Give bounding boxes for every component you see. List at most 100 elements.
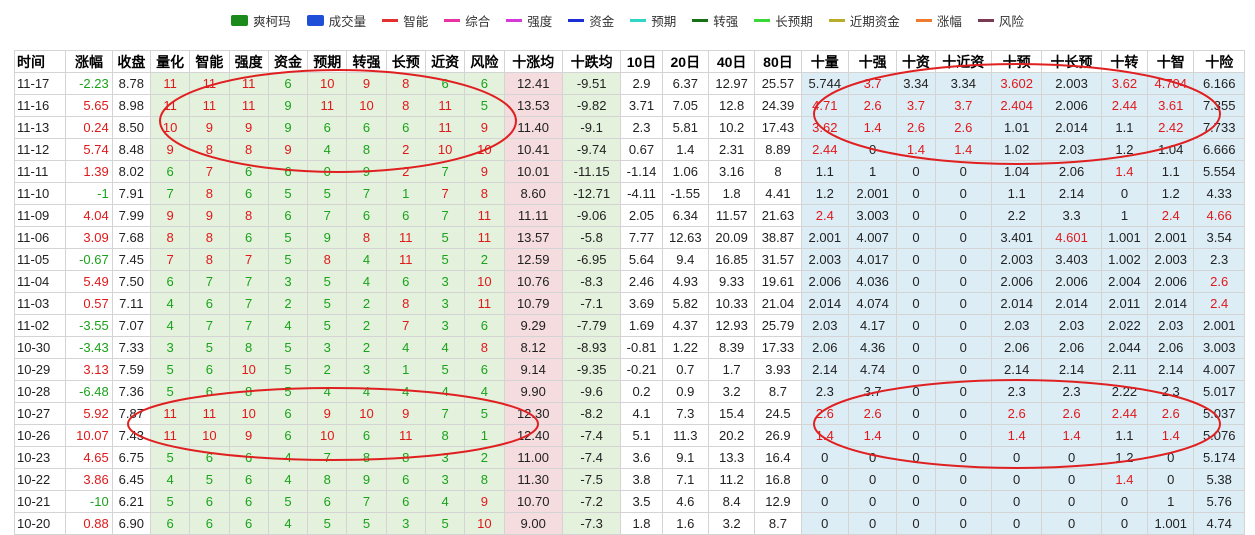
legend-label: 资金	[589, 14, 615, 29]
table-cell: 9	[307, 226, 348, 249]
legend-item[interactable]: 近期资金	[828, 11, 900, 30]
table-cell: 7	[346, 490, 387, 513]
table-cell: 2.42	[1147, 116, 1195, 139]
table-cell: 1.06	[661, 160, 709, 183]
legend-item[interactable]: 资金	[568, 11, 614, 30]
legend-item[interactable]: 综合	[444, 11, 490, 30]
legend-item[interactable]: 强度	[506, 11, 552, 30]
table-cell: 7	[189, 270, 230, 293]
table-row: 10-21 -10 6.21 5 6 6 5 6 7 6 4 9 10.70 -7.2 3.5 4.6 8.4 1…	[13, 490, 1245, 513]
table-cell: 0	[934, 248, 992, 271]
table-cell: 3.5	[620, 490, 663, 513]
column-header[interactable]: 资金	[267, 50, 309, 73]
table-cell: 3.003	[847, 204, 898, 227]
column-header[interactable]: 近资	[424, 50, 466, 73]
legend-item[interactable]: 转强	[692, 11, 738, 30]
table-cell: 5	[307, 182, 348, 205]
table-cell: 4	[424, 490, 466, 513]
column-header[interactable]: 20日	[661, 50, 709, 73]
column-header[interactable]: 收盘	[111, 50, 151, 73]
table-cell: 2.022	[1100, 314, 1149, 337]
table-cell: 1.6	[661, 512, 709, 535]
table-cell: 4	[346, 380, 387, 403]
table-cell: 5	[149, 446, 191, 469]
table-cell: 2.001	[847, 182, 898, 205]
legend-item[interactable]: 预期	[630, 11, 676, 30]
legend-item[interactable]: 涨幅	[915, 11, 962, 30]
table-cell: 10.33	[707, 292, 756, 315]
column-header[interactable]: 转强	[346, 50, 387, 73]
table-cell: 1.69	[620, 314, 663, 337]
column-header[interactable]: 十转	[1100, 50, 1149, 73]
table-cell: 7.45	[111, 248, 151, 271]
column-header[interactable]: 40日	[707, 50, 756, 73]
table-cell: 6	[464, 314, 505, 337]
column-header[interactable]: 10日	[620, 50, 663, 73]
table-cell: 2.3	[620, 116, 663, 139]
table-cell: 3.7	[847, 72, 898, 95]
table-cell: 2.03	[1041, 314, 1102, 337]
table-cell: -8.93	[561, 336, 622, 359]
table-cell: 0	[934, 226, 992, 249]
table-cell: 3	[424, 270, 466, 293]
table-cell: -2.23	[65, 72, 113, 95]
table-cell: 11.40	[503, 116, 563, 139]
table-cell: 1	[464, 424, 505, 447]
table-cell: 9	[307, 402, 348, 425]
table-cell: 1.02	[990, 138, 1043, 161]
table-cell: 6	[228, 182, 269, 205]
column-header[interactable]: 风险	[464, 50, 505, 73]
table-cell: -7.79	[561, 314, 622, 337]
column-header[interactable]: 强度	[228, 50, 269, 73]
column-header[interactable]: 十跌均	[561, 50, 622, 73]
column-header[interactable]: 时间	[13, 50, 67, 73]
table-cell: 2.4	[1193, 292, 1245, 315]
legend-item[interactable]: 爽柯玛	[231, 11, 291, 30]
table-cell: 7	[189, 314, 230, 337]
table-cell: 7	[228, 314, 269, 337]
legend-item[interactable]: 成交量	[306, 11, 366, 30]
column-header[interactable]: 十险	[1193, 50, 1245, 73]
column-header[interactable]: 十涨均	[503, 50, 563, 73]
column-header[interactable]: 十长预	[1041, 50, 1102, 73]
column-header[interactable]: 十近资	[934, 50, 992, 73]
table-cell: 10.01	[503, 160, 563, 183]
table-cell: 0	[847, 468, 898, 491]
table-cell: 5	[464, 402, 505, 425]
column-header[interactable]: 涨幅	[65, 50, 113, 73]
column-header[interactable]: 量化	[149, 50, 191, 73]
table-cell: 8	[385, 72, 426, 95]
column-header[interactable]: 智能	[189, 50, 230, 73]
column-header[interactable]: 十量	[800, 50, 849, 73]
table-cell: 0	[934, 182, 992, 205]
table-cell: 2.6	[847, 94, 898, 117]
table-cell: 3.34	[896, 72, 936, 95]
column-header[interactable]: 十预	[990, 50, 1043, 73]
column-header[interactable]: 长预	[385, 50, 426, 73]
table-cell: 0	[307, 160, 348, 183]
table-cell: 11	[385, 248, 426, 271]
table-cell: -6.95	[561, 248, 622, 271]
table-cell: -12.71	[561, 182, 622, 205]
table-cell: 4.04	[65, 204, 113, 227]
table-cell: 0	[896, 380, 936, 403]
table-cell: 2.001	[1193, 314, 1245, 337]
column-header[interactable]: 预期	[307, 50, 348, 73]
legend-item[interactable]: 长预期	[754, 11, 813, 30]
legend-item[interactable]: 智能	[382, 11, 428, 30]
table-cell: -3.55	[65, 314, 113, 337]
column-header[interactable]: 十强	[847, 50, 898, 73]
column-header[interactable]: 80日	[754, 50, 802, 73]
table-cell: 5	[424, 226, 466, 249]
column-header[interactable]: 十资	[896, 50, 936, 73]
legend-item[interactable]: 风险	[977, 11, 1024, 30]
table-cell: 0	[896, 204, 936, 227]
table-cell: 0	[896, 314, 936, 337]
table-cell: 3.16	[707, 160, 756, 183]
table-cell: 0	[934, 270, 992, 293]
table-cell: 6	[228, 226, 269, 249]
table-cell: 7.91	[111, 182, 151, 205]
table-cell: 6	[267, 160, 309, 183]
table-cell: 2.2	[990, 204, 1043, 227]
column-header[interactable]: 十智	[1147, 50, 1195, 73]
